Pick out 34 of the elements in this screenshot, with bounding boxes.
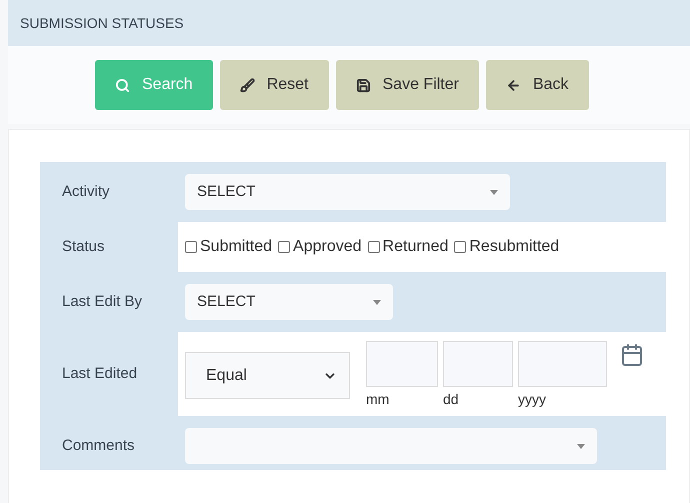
field-label: Last Edit By (61, 292, 144, 312)
field-label: Comments (61, 436, 136, 456)
brush-icon (240, 78, 255, 92)
date-part-label: dd (443, 390, 459, 409)
operator-select[interactable]: Equal (185, 352, 350, 399)
page-title: SUBMISSION STATUSES (20, 14, 184, 32)
toolbar-button[interactable]: Back (486, 60, 589, 110)
save-icon (356, 78, 370, 92)
dropdown-caret-icon (577, 444, 585, 448)
date-part-label: yyyy (518, 390, 546, 409)
checkbox-label: Submitted (200, 237, 272, 257)
field-label: Activity (61, 182, 111, 202)
toolbar-button[interactable]: Save Filter (336, 60, 479, 110)
checkbox-label: Approved (293, 237, 362, 257)
toolbar-button[interactable]: Reset (220, 60, 328, 110)
dropdown-caret-icon (490, 190, 498, 194)
date-input-field[interactable] (518, 341, 607, 387)
dropdown-caret-icon (373, 300, 381, 304)
select-field[interactable] (185, 428, 597, 464)
search-icon (115, 78, 130, 92)
checkbox[interactable] (185, 241, 197, 253)
field-label: Status (61, 236, 106, 257)
date-input-field[interactable] (443, 341, 513, 387)
checkbox[interactable] (368, 241, 380, 253)
checkbox[interactable] (278, 241, 290, 253)
select-field[interactable]: SELECT (185, 284, 393, 320)
field-label: Last Edited (61, 364, 138, 384)
date-part-label: mm (366, 390, 390, 409)
checkbox-label: Returned (382, 237, 448, 257)
checkbox[interactable] (454, 241, 466, 253)
calendar-icon[interactable] (620, 343, 644, 367)
date-input-field[interactable] (366, 341, 438, 387)
select-field[interactable]: SELECT (185, 174, 510, 210)
checkbox-label: Resubmitted (469, 237, 560, 257)
